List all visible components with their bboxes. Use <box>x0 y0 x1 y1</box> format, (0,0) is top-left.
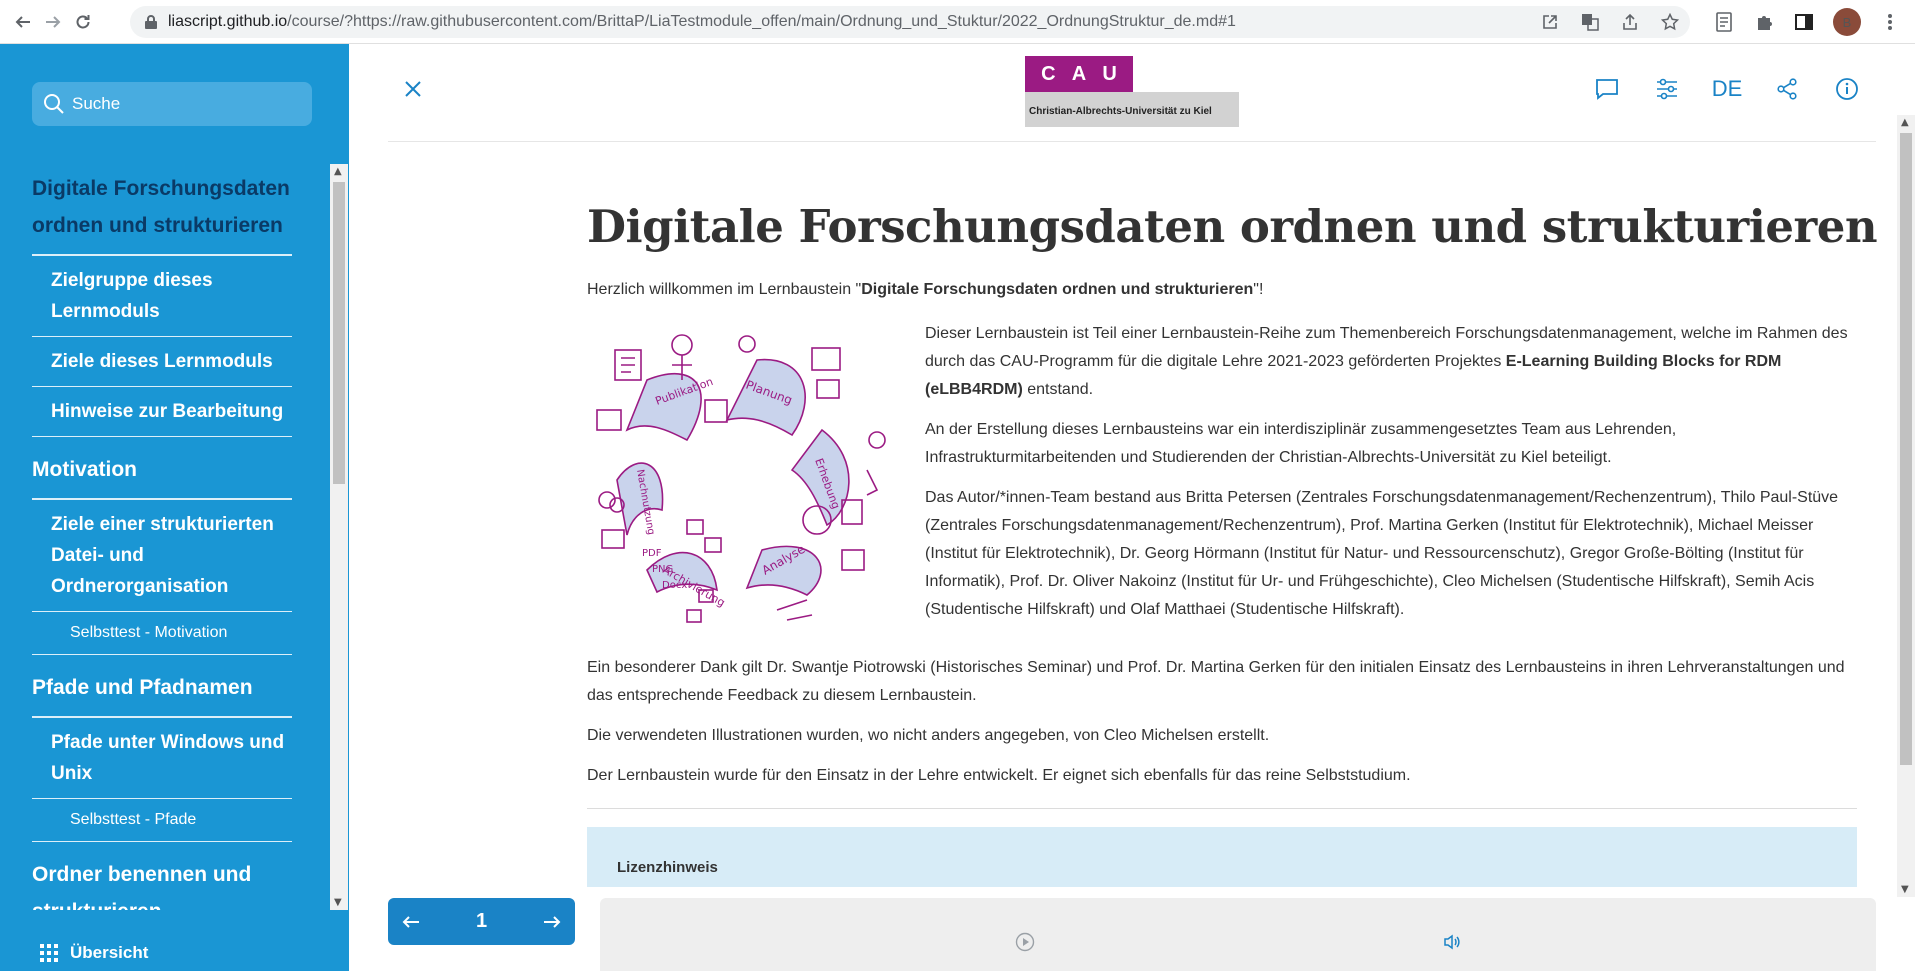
extensions-puzzle-icon[interactable] <box>1753 11 1775 33</box>
reload-icon[interactable] <box>68 7 98 37</box>
scroll-up-icon[interactable]: ▲ <box>334 166 342 177</box>
svg-text:PDF: PDF <box>642 548 662 559</box>
scroll-down-icon[interactable]: ▼ <box>1901 884 1909 895</box>
toc-item[interactable]: Ziele einer strukturierten Datei- und Or… <box>32 500 292 612</box>
intro-paragraph-2: An der Erstellung dieses Lernbausteins w… <box>925 421 1677 466</box>
tts-player <box>600 898 1876 971</box>
previous-slide-button[interactable] <box>402 910 420 934</box>
toc-item[interactable]: Motivation <box>32 451 292 500</box>
info-icon[interactable] <box>1832 74 1862 104</box>
search-placeholder: Suche <box>72 94 121 113</box>
open-external-icon[interactable] <box>1540 12 1560 32</box>
table-of-contents: Digitale Forschungsdaten ordnen und stru… <box>0 170 328 910</box>
license-box-heading: Lizenzhinweis <box>587 827 1857 887</box>
scroll-down-icon[interactable]: ▼ <box>334 897 342 908</box>
toc-item[interactable]: Digitale Forschungsdaten ordnen und stru… <box>32 170 292 256</box>
overview-button[interactable]: Übersicht <box>40 943 148 963</box>
next-slide-button[interactable] <box>543 910 561 934</box>
toc-item[interactable]: Zielgruppe dieses Lernmoduls <box>32 256 292 337</box>
main-content: Digitale Forschungsdaten ordnen und stru… <box>587 200 1878 887</box>
close-sidebar-icon[interactable] <box>398 74 428 104</box>
kebab-menu-icon[interactable] <box>1879 11 1901 33</box>
lock-icon <box>145 15 157 29</box>
usage-paragraph: Der Lernbaustein wurde für den Einsatz i… <box>587 767 1411 784</box>
toc-item[interactable]: Selbsttest - Motivation <box>32 612 292 655</box>
speaker-icon[interactable] <box>1442 932 1462 956</box>
cau-logo: CAU Christian-Albrechts-Universität zu K… <box>1025 56 1239 127</box>
content-scrollbar[interactable]: ▲ ▼ <box>1897 115 1915 897</box>
overview-label: Übersicht <box>70 943 149 962</box>
thanks-paragraph: Ein besonderer Dank gilt Dr. Swantje Pio… <box>587 659 1845 704</box>
share-icon[interactable] <box>1772 74 1802 104</box>
toc-item[interactable]: Ordner benennen und strukturieren <box>32 856 292 910</box>
scroll-up-icon[interactable]: ▲ <box>1901 117 1909 128</box>
search-icon <box>40 90 68 118</box>
sidebar: Suche Digitale Forschungsdaten ordnen un… <box>0 44 349 971</box>
page-number: 1 <box>475 910 488 932</box>
course-header: CAU Christian-Albrechts-Universität zu K… <box>388 44 1876 142</box>
reader-mode-icon[interactable] <box>1713 11 1735 33</box>
profile-avatar[interactable]: B <box>1833 8 1861 36</box>
play-icon[interactable] <box>1015 932 1035 956</box>
translate-icon[interactable] <box>1580 12 1600 32</box>
bookmark-star-icon[interactable] <box>1660 12 1680 32</box>
logo-subtitle: Christian-Albrechts-Universität zu Kiel <box>1025 92 1239 127</box>
toc-item[interactable]: Pfade unter Windows und Unix <box>32 718 292 799</box>
language-button[interactable]: DE <box>1712 74 1743 104</box>
grid-icon <box>40 944 58 962</box>
share-icon[interactable] <box>1620 12 1640 32</box>
welcome-text: Herzlich willkommen im Lernbaustein "Dig… <box>587 281 1264 298</box>
forward-arrow-icon[interactable] <box>38 7 68 37</box>
illustrations-paragraph: Die verwendeten Illustrationen wurden, w… <box>587 727 1270 744</box>
back-arrow-icon[interactable] <box>8 7 38 37</box>
intro-paragraph-3: Das Autor/*innen-Team bestand aus Britta… <box>925 489 1839 618</box>
settings-sliders-icon[interactable] <box>1652 74 1682 104</box>
divider <box>587 808 1857 809</box>
comment-icon[interactable] <box>1592 74 1622 104</box>
toc-item[interactable]: Pfade und Pfadnamen <box>32 669 292 718</box>
browser-toolbar: liascript.github.io/course/?https://raw.… <box>0 0 1915 44</box>
scrollbar-thumb[interactable] <box>1900 133 1912 765</box>
intro-paragraph-1: Dieser Lernbaustein ist Teil einer Lernb… <box>925 325 1848 398</box>
side-panel-icon[interactable] <box>1793 11 1815 33</box>
svg-text:Docx: Docx <box>662 580 687 591</box>
address-bar[interactable]: liascript.github.io/course/?https://raw.… <box>130 6 1690 38</box>
page-title: Digitale Forschungsdaten ordnen und stru… <box>587 200 1878 253</box>
search-input[interactable]: Suche <box>32 82 312 126</box>
toc-item[interactable]: Hinweise zur Bearbeitung <box>32 387 292 437</box>
toc-item[interactable]: Selbsttest - Pfade <box>32 799 292 842</box>
toc-item[interactable]: Ziele dieses Lernmoduls <box>32 337 292 387</box>
svg-text:PNG: PNG <box>652 564 673 575</box>
url-text: liascript.github.io/course/?https://raw.… <box>168 13 1236 30</box>
slide-pager: 1 <box>388 898 575 945</box>
logo-mark: CAU <box>1025 56 1133 92</box>
scrollbar-thumb[interactable] <box>333 182 345 484</box>
research-data-lifecycle-illustration: Publikation Planung Erhebung Analyse Arc… <box>596 334 886 623</box>
sidebar-scrollbar[interactable]: ▲ ▼ <box>330 164 348 910</box>
